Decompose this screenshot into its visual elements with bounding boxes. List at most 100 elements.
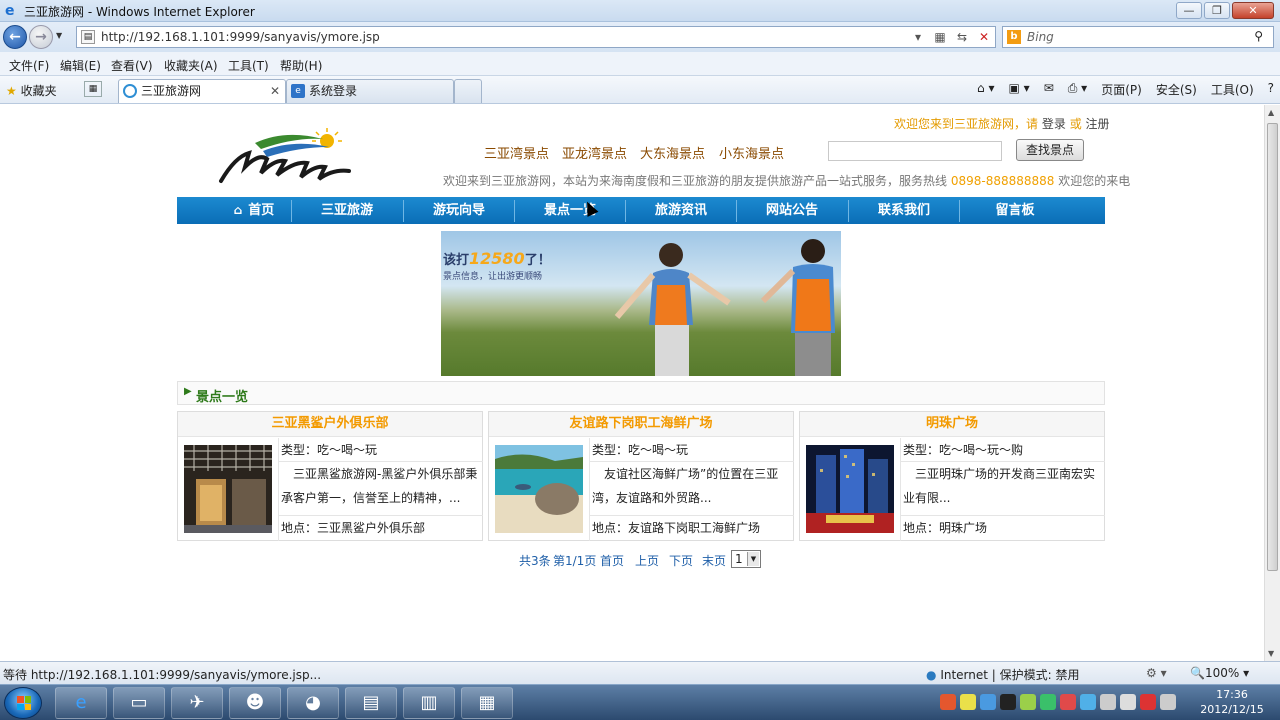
- nav-spots[interactable]: 景点一览: [515, 197, 625, 224]
- taskbar-ie-icon[interactable]: e: [55, 687, 107, 719]
- tray-volume-icon[interactable]: [1160, 694, 1176, 710]
- tray-qq-icon[interactable]: [1140, 694, 1156, 710]
- stop-icon[interactable]: ✕: [975, 28, 993, 46]
- zoom-control[interactable]: 🔍100% ▾: [1190, 666, 1249, 680]
- print-icon[interactable]: ⎙ ▾: [1068, 81, 1087, 98]
- menu-tools[interactable]: 工具(T): [228, 57, 269, 74]
- taskbar-film-icon[interactable]: ▥: [403, 687, 455, 719]
- nav-sanya-travel[interactable]: 三亚旅游: [292, 197, 402, 224]
- vertical-scrollbar[interactable]: ▲ ▼: [1264, 105, 1280, 661]
- address-url[interactable]: http://192.168.1.101:9999/sanyavis/ymore…: [101, 30, 380, 44]
- spot-thumbnail[interactable]: [806, 445, 894, 533]
- scroll-down-icon[interactable]: ▼: [1268, 649, 1274, 658]
- pager-first-link[interactable]: 首页: [600, 552, 624, 569]
- spot-thumbnail[interactable]: [184, 445, 272, 533]
- nav-notice[interactable]: 网站公告: [737, 197, 847, 224]
- page-menu[interactable]: 页面(P): [1101, 81, 1142, 98]
- pager-next-link[interactable]: 下页: [669, 552, 693, 569]
- taskbar-messenger-icon[interactable]: ◕: [287, 687, 339, 719]
- taskbar-app-icon[interactable]: ✈: [171, 687, 223, 719]
- link-dadonghai[interactable]: 大东海景点: [640, 143, 705, 162]
- tray-app-icon[interactable]: [1040, 694, 1056, 710]
- taskbar-qq-icon[interactable]: ☻: [229, 687, 281, 719]
- promo-banner[interactable]: 该打12580了！ 景点信息，让出游更顺畅: [441, 231, 841, 376]
- menu-help[interactable]: 帮助(H): [280, 57, 322, 74]
- link-sanya-bay[interactable]: 三亚湾景点: [484, 143, 549, 162]
- close-button[interactable]: ✕: [1232, 2, 1274, 19]
- menu-view[interactable]: 查看(V): [111, 57, 153, 74]
- menu-edit[interactable]: 编辑(E): [60, 57, 101, 74]
- nav-news[interactable]: 旅游资讯: [626, 197, 736, 224]
- favorites-bar: ★ 收藏夹 ▦ 三亚旅游网 ✕ e 系统登录 ⌂ ▾ ▣ ▾ ✉ ⎙ ▾ 页面(…: [0, 76, 1280, 104]
- search-box[interactable]: b Bing ⚲: [1002, 26, 1274, 48]
- login-link[interactable]: 登录: [1042, 117, 1066, 131]
- page-select[interactable]: 1 ▼: [731, 550, 761, 568]
- mail-icon[interactable]: ✉: [1044, 81, 1054, 98]
- tools-menu[interactable]: 工具(O): [1211, 81, 1254, 98]
- spot-title-link[interactable]: 三亚黑鲨户外俱乐部: [178, 412, 482, 437]
- tab-login[interactable]: e 系统登录: [286, 79, 454, 103]
- clock[interactable]: 17:36 2012/12/15: [1196, 687, 1268, 717]
- tray-app-icon[interactable]: [940, 694, 956, 710]
- register-link[interactable]: 注册: [1086, 117, 1110, 131]
- gear-icon[interactable]: ⚙ ▾: [1146, 666, 1167, 680]
- banner-subtitle: 景点信息，让出游更顺畅: [443, 272, 543, 282]
- tray-app-icon[interactable]: [1080, 694, 1096, 710]
- new-tab-button[interactable]: [454, 79, 482, 103]
- search-spot-button[interactable]: 查找景点: [1016, 139, 1084, 161]
- help-icon[interactable]: ?: [1268, 81, 1274, 98]
- nav-guide[interactable]: 游玩向导: [404, 197, 514, 224]
- address-dropdown-icon[interactable]: ▾: [909, 28, 927, 46]
- banner-person-man: [760, 239, 835, 376]
- safety-menu[interactable]: 安全(S): [1156, 81, 1197, 98]
- tray-app-icon[interactable]: [980, 694, 996, 710]
- link-xiaodonghai[interactable]: 小东海景点: [719, 143, 784, 162]
- forward-button[interactable]: →: [29, 25, 53, 49]
- spot-description: 三亚明珠广场的开发商三亚南宏实业有限...: [903, 467, 1096, 505]
- nav-contact[interactable]: 联系我们: [849, 197, 959, 224]
- tray-app-icon[interactable]: [960, 694, 976, 710]
- maximize-button[interactable]: ❐: [1204, 2, 1230, 19]
- address-bar[interactable]: ▤ http://192.168.1.101:9999/sanyavis/ymo…: [76, 26, 996, 48]
- title-bar: e 三亚旅游网 - Windows Internet Explorer — ❐ …: [0, 0, 1280, 22]
- spot-type: 类型：吃～喝～玩: [592, 443, 689, 457]
- quick-tabs-icon[interactable]: ▦: [84, 81, 102, 97]
- close-tab-icon[interactable]: ✕: [270, 80, 280, 102]
- scroll-up-icon[interactable]: ▲: [1268, 108, 1274, 117]
- refresh-icon[interactable]: ⇆: [953, 28, 971, 46]
- search-icon[interactable]: ⚲: [1254, 29, 1263, 43]
- link-yalong-bay[interactable]: 亚龙湾景点: [562, 143, 627, 162]
- tray-battery-icon[interactable]: [1120, 694, 1136, 710]
- ie-icon: e: [5, 3, 15, 19]
- tray-app-icon[interactable]: [1000, 694, 1016, 710]
- spot-title-link[interactable]: 友谊路下岗职工海鲜广场: [489, 412, 793, 437]
- command-bar: ⌂ ▾ ▣ ▾ ✉ ⎙ ▾ 页面(P) 安全(S) 工具(O) ?: [977, 81, 1274, 98]
- spot-search-input[interactable]: [828, 141, 1002, 161]
- nav-home[interactable]: ⌂ 首页: [217, 197, 291, 224]
- security-zone[interactable]: ● Internet | 保护模式: 禁用: [926, 666, 1080, 683]
- tray-app-icon[interactable]: [1020, 694, 1036, 710]
- taskbar-explorer-icon[interactable]: ▭: [113, 687, 165, 719]
- taskbar-winrar-icon[interactable]: ▤: [345, 687, 397, 719]
- tab-sanya[interactable]: 三亚旅游网 ✕: [118, 79, 286, 103]
- home-icon[interactable]: ⌂ ▾: [977, 81, 994, 98]
- spot-title-link[interactable]: 明珠广场: [800, 412, 1104, 437]
- tray-app-icon[interactable]: [1060, 694, 1076, 710]
- history-dropdown-icon[interactable]: ▼: [56, 31, 62, 40]
- taskbar-table-icon[interactable]: ▦: [461, 687, 513, 719]
- minimize-button[interactable]: —: [1176, 2, 1202, 19]
- pager-prev-link[interactable]: 上页: [635, 552, 659, 569]
- start-button[interactable]: [4, 687, 42, 719]
- nav-guestbook[interactable]: 留言板: [960, 197, 1070, 224]
- menu-file[interactable]: 文件(F): [9, 57, 49, 74]
- feeds-icon[interactable]: ▣ ▾: [1009, 81, 1030, 98]
- scroll-thumb[interactable]: [1267, 123, 1278, 571]
- pager-last-link[interactable]: 末页: [702, 552, 726, 569]
- taskbar: e ▭ ✈ ☻ ◕ ▤ ▥ ▦ 17:36 2012/12/15: [0, 684, 1280, 720]
- tray-network-icon[interactable]: [1100, 694, 1116, 710]
- favorites-button[interactable]: ★ 收藏夹: [6, 82, 57, 99]
- back-button[interactable]: ←: [3, 25, 27, 49]
- compat-view-icon[interactable]: ▦: [931, 28, 949, 46]
- menu-favorites[interactable]: 收藏夹(A): [164, 57, 218, 74]
- spot-thumbnail[interactable]: [495, 445, 583, 533]
